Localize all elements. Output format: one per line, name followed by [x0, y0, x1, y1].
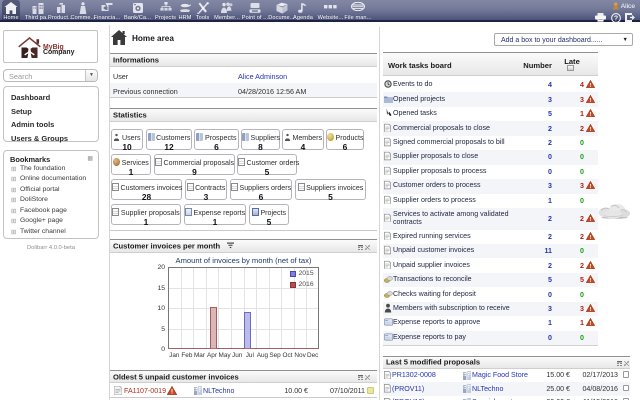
svg-text:?: ?	[614, 15, 618, 22]
svg-text:!: !	[590, 112, 592, 117]
svg-text:!: !	[590, 97, 592, 102]
svg-text:!: !	[590, 83, 592, 88]
svg-text:!: !	[590, 235, 592, 240]
svg-text:!: !	[590, 321, 592, 326]
svg-text:!: !	[590, 263, 592, 268]
svg-text:!: !	[590, 307, 592, 312]
svg-text:!: !	[590, 217, 592, 222]
svg-text:!: !	[170, 388, 172, 394]
svg-text:!: !	[590, 126, 592, 131]
svg-text:!: !	[590, 184, 592, 189]
svg-text:!: !	[590, 278, 592, 283]
